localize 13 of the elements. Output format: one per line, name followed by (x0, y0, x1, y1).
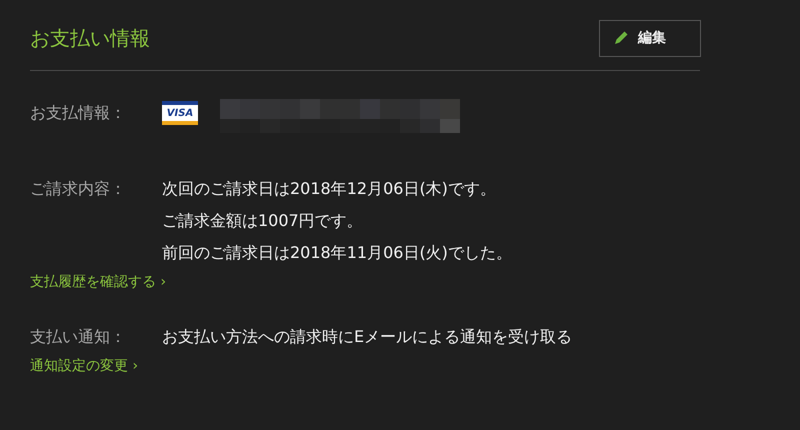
notification-text: お支払い方法への請求時にEメールによる通知を受け取る (162, 326, 572, 348)
pencil-icon (612, 29, 630, 47)
billing-text: ご請求金額は1007円です。 (162, 210, 363, 232)
field-label: 支払い通知： (30, 326, 127, 348)
field-label: お支払情報： (30, 102, 127, 124)
edit-button[interactable]: 編集 (599, 20, 701, 56)
billing-text: 次回のご請求日は2018年12月06日(木)です。 (162, 178, 496, 200)
notification-settings-link[interactable]: 通知設定の変更 › (30, 357, 138, 375)
page-title: お支払い情報 (30, 24, 150, 52)
field-label: ご請求内容： (30, 178, 127, 200)
payment-history-link[interactable]: 支払履歴を確認する › (30, 273, 166, 291)
billing-text: 前回のご請求日は2018年11月06日(火)でした。 (162, 242, 512, 264)
card-logo: VISA (162, 101, 198, 125)
